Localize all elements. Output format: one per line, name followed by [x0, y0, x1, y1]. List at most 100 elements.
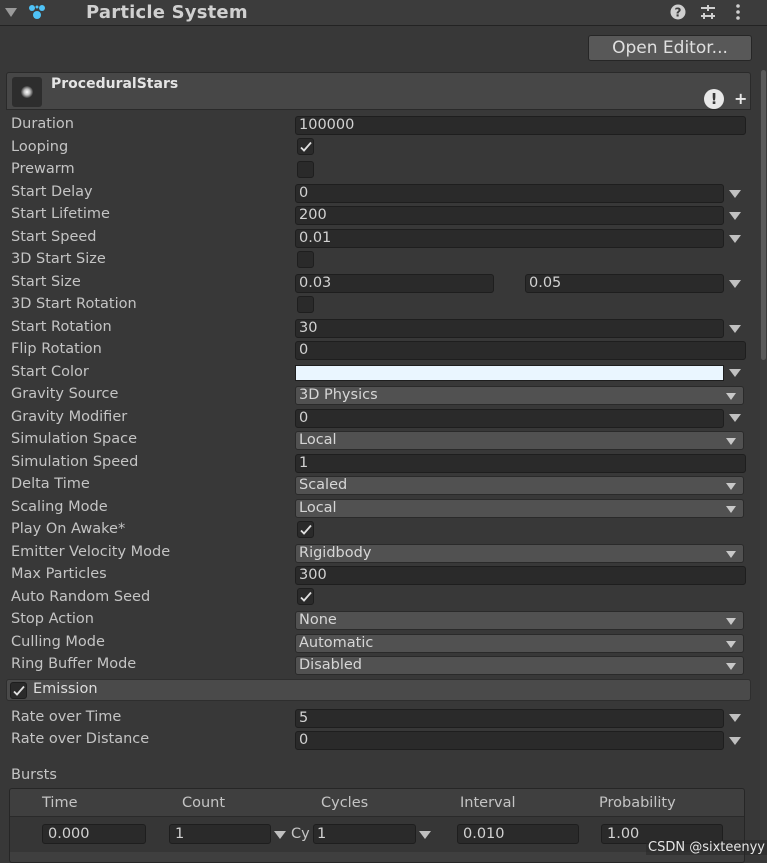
gravity-source-dropdown[interactable]: 3D Physics: [295, 386, 744, 405]
gravity-modifier-field[interactable]: 0: [295, 409, 724, 428]
curve-dropdown-icon[interactable]: [729, 235, 741, 243]
start-size-max-field[interactable]: 0.05: [525, 274, 724, 293]
inspector-panel: Particle System ? Open Editor... Procedu…: [0, 0, 767, 863]
material-preview-thumbnail: [12, 77, 42, 107]
open-editor-button[interactable]: Open Editor...: [588, 35, 752, 61]
simulation-speed-label: Simulation Speed: [11, 454, 139, 470]
ring-buffer-mode-label: Ring Buffer Mode: [11, 656, 137, 672]
play-on-awake-label: Play On Awake*: [11, 521, 126, 537]
svg-text:?: ?: [675, 6, 682, 20]
curve-dropdown-icon[interactable]: [274, 831, 286, 839]
burst-cycles-field[interactable]: 1: [313, 824, 416, 844]
play-on-awake-checkbox[interactable]: [297, 521, 314, 538]
start-delay-field[interactable]: 0: [295, 184, 724, 203]
emission-module-header[interactable]: Emission: [6, 679, 751, 701]
component-header: Particle System ?: [0, 0, 767, 26]
simulation-speed-field[interactable]: 1: [295, 454, 746, 473]
checkmark-icon: [300, 141, 312, 152]
prewarm-checkbox[interactable]: [297, 161, 314, 178]
start-size-label: Start Size: [11, 274, 81, 290]
bursts-label: Bursts: [11, 767, 57, 783]
stop-action-label: Stop Action: [11, 611, 94, 627]
column-header-probability: Probability: [599, 795, 676, 811]
start-lifetime-label: Start Lifetime: [11, 206, 110, 222]
scaling-mode-value: Local: [299, 500, 337, 516]
max-particles-field[interactable]: 300: [295, 566, 746, 585]
looping-checkbox[interactable]: [297, 138, 314, 155]
column-header-time: Time: [42, 795, 78, 811]
preset-sliders-icon[interactable]: [699, 3, 717, 21]
curve-dropdown-icon[interactable]: [729, 714, 741, 722]
checkmark-icon: [13, 685, 25, 696]
burst-interval-field[interactable]: 0.010: [457, 824, 579, 844]
help-icon[interactable]: ?: [669, 3, 687, 21]
start-size-min-field[interactable]: 0.03: [295, 274, 494, 293]
gravity-source-value: 3D Physics: [299, 387, 378, 403]
flip-rotation-field[interactable]: 0: [295, 341, 746, 360]
ring-buffer-mode-dropdown[interactable]: Disabled: [295, 656, 744, 675]
chevron-down-icon: [726, 438, 736, 445]
3d-start-rotation-checkbox[interactable]: [297, 296, 314, 313]
start-speed-label: Start Speed: [11, 229, 97, 245]
add-icon[interactable]: +: [734, 89, 747, 108]
cycles-mode-label: Cy: [291, 826, 310, 842]
simulation-space-dropdown[interactable]: Local: [295, 431, 744, 450]
stop-action-value: None: [299, 612, 337, 628]
simulation-space-value: Local: [299, 432, 337, 448]
rate-over-time-label: Rate over Time: [11, 709, 122, 725]
curve-dropdown-icon[interactable]: [729, 414, 741, 422]
flip-rotation-label: Flip Rotation: [11, 341, 102, 357]
start-color-swatch[interactable]: [295, 365, 724, 381]
emitter-velocity-mode-dropdown[interactable]: Rigidbody: [295, 544, 744, 563]
gravity-modifier-label: Gravity Modifier: [11, 409, 128, 425]
duration-field[interactable]: 100000: [295, 116, 746, 135]
start-delay-label: Start Delay: [11, 184, 93, 200]
column-header-interval: Interval: [460, 795, 516, 811]
start-lifetime-field[interactable]: 200: [295, 206, 724, 225]
curve-dropdown-icon[interactable]: [729, 737, 741, 745]
delta-time-dropdown[interactable]: Scaled: [295, 476, 744, 495]
warning-icon[interactable]: !: [704, 89, 724, 109]
more-options-icon[interactable]: [729, 3, 747, 21]
checkmark-icon: [300, 524, 312, 535]
auto-random-seed-label: Auto Random Seed: [11, 589, 151, 605]
curve-dropdown-icon[interactable]: [729, 280, 741, 288]
3d-start-size-checkbox[interactable]: [297, 251, 314, 268]
auto-random-seed-checkbox[interactable]: [297, 588, 314, 605]
start-rotation-label: Start Rotation: [11, 319, 112, 335]
chevron-down-icon: [726, 506, 736, 513]
cycles-dropdown-icon[interactable]: [419, 831, 431, 839]
emission-enabled-checkbox[interactable]: [10, 682, 27, 699]
culling-mode-value: Automatic: [299, 635, 374, 651]
collapse-arrow-icon[interactable]: [5, 8, 17, 17]
rate-over-distance-field[interactable]: 0: [295, 731, 724, 750]
curve-dropdown-icon[interactable]: [729, 190, 741, 198]
start-speed-field[interactable]: 0.01: [295, 229, 724, 248]
delta-time-label: Delta Time: [11, 476, 90, 492]
scrollbar-thumb[interactable]: [761, 70, 766, 360]
stop-action-dropdown[interactable]: None: [295, 611, 744, 630]
emission-label: Emission: [33, 681, 98, 697]
scaling-mode-dropdown[interactable]: Local: [295, 499, 744, 518]
prewarm-label: Prewarm: [11, 161, 75, 177]
rate-over-time-field[interactable]: 5: [295, 709, 724, 728]
curve-dropdown-icon[interactable]: [729, 325, 741, 333]
bursts-table: Time Count Cycles Interval Probability 0…: [9, 788, 745, 863]
vertical-scrollbar[interactable]: [760, 70, 767, 860]
column-header-cycles: Cycles: [321, 795, 369, 811]
culling-mode-dropdown[interactable]: Automatic: [295, 634, 744, 653]
gradient-dropdown-icon[interactable]: [729, 369, 741, 377]
3d-start-size-label: 3D Start Size: [11, 251, 106, 267]
emitter-velocity-mode-value: Rigidbody: [299, 545, 372, 561]
main-module-header[interactable]: ProceduralStars ! +: [6, 72, 751, 110]
rate-over-distance-label: Rate over Distance: [11, 731, 150, 747]
start-rotation-field[interactable]: 30: [295, 319, 724, 338]
max-particles-label: Max Particles: [11, 566, 107, 582]
3d-start-rotation-label: 3D Start Rotation: [11, 296, 137, 312]
burst-time-field[interactable]: 0.000: [42, 824, 146, 844]
burst-count-field[interactable]: 1: [169, 824, 271, 844]
watermark: CSDN @sixteenyy: [646, 840, 767, 855]
component-title: Particle System: [86, 2, 248, 23]
chevron-down-icon: [726, 641, 736, 648]
curve-dropdown-icon[interactable]: [729, 212, 741, 220]
